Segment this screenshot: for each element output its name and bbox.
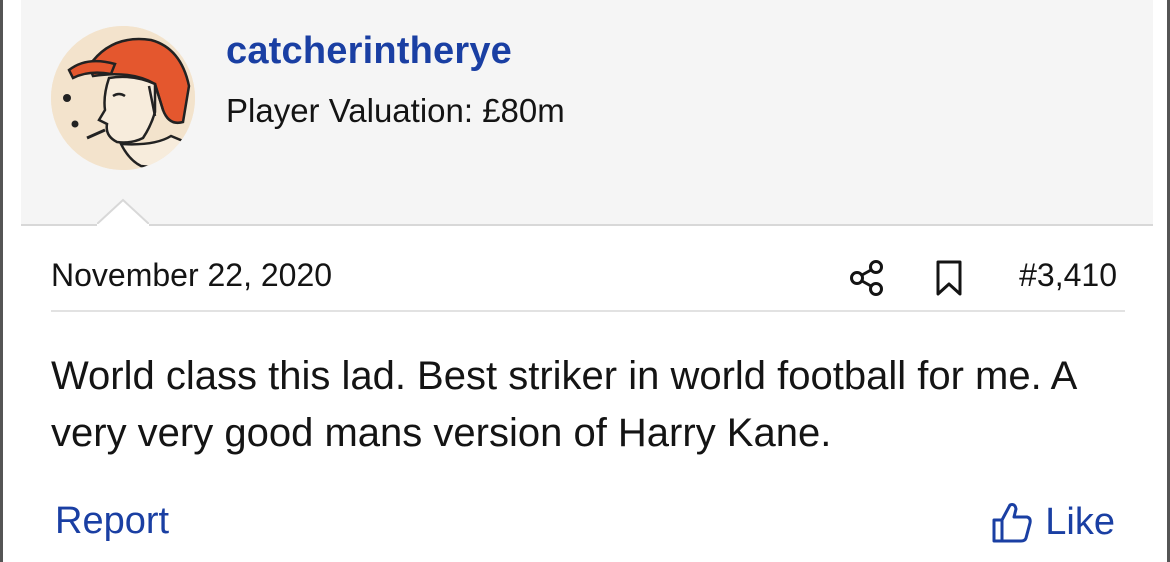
post-frame: catcherintherye Player Valuation: £80m N… (0, 0, 1170, 562)
like-label: Like (1045, 500, 1115, 543)
avatar[interactable] (51, 26, 195, 170)
user-header: catcherintherye Player Valuation: £80m (21, 0, 1153, 226)
post-body: World class this lad. Best striker in wo… (51, 354, 1076, 455)
username-link[interactable]: catcherintherye (226, 30, 512, 73)
header-pointer (97, 198, 149, 226)
post-number-link[interactable]: #3,410 (1019, 257, 1117, 294)
player-valuation: Player Valuation: £80m (226, 92, 565, 129)
divider (51, 310, 1125, 312)
thumbs-up-icon (992, 503, 1032, 543)
post-date[interactable]: November 22, 2020 (51, 257, 332, 294)
avatar-illustration (51, 26, 195, 170)
like-button[interactable]: Like (991, 500, 1115, 544)
bookmark-icon[interactable] (932, 258, 966, 298)
report-link[interactable]: Report (55, 500, 169, 543)
share-icon[interactable] (848, 258, 886, 298)
